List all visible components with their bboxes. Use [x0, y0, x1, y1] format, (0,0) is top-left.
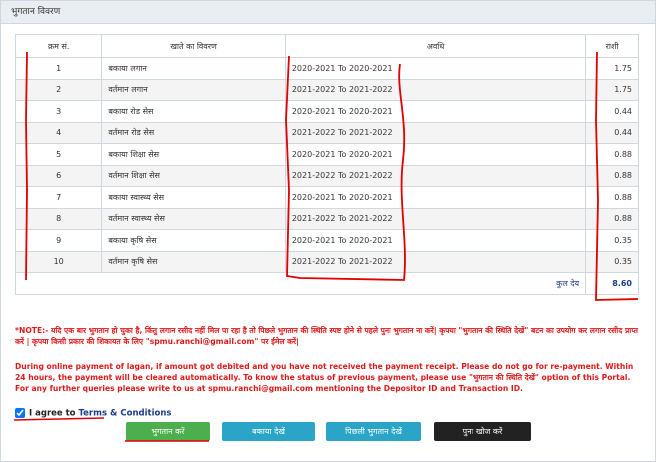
payment-details-panel: भुगतान विवरण क्रम सं. खाते का विवरण अवधि… [0, 0, 656, 462]
agree-row: I agree to Terms & Conditions [15, 408, 171, 419]
cell-amount: 0.44 [585, 100, 639, 123]
header-amount: राशी [585, 34, 639, 58]
table-header-row: क्रम सं. खाते का विवरण अवधि राशी [14, 34, 639, 58]
total-label: कुल देय [14, 272, 587, 295]
cell-sr: 3 [14, 100, 103, 123]
cell-sr: 1 [14, 57, 103, 80]
cell-period: 2021-2022 To 2021-2022 [284, 78, 587, 101]
cell-period: 2021-2022 To 2021-2022 [284, 207, 587, 230]
agree-checkbox[interactable] [15, 408, 25, 418]
search-again-button[interactable]: पुनः खोज करें [434, 422, 531, 441]
hindi-note: *NOTE:- यदि एक बार भुगतान हो चुका है, कि… [15, 326, 638, 346]
cell-sr: 9 [14, 229, 103, 252]
cell-sr: 6 [14, 164, 103, 187]
cell-amount: 0.88 [585, 186, 639, 209]
cell-amount: 0.88 [585, 164, 639, 187]
total-value: 8.60 [585, 272, 639, 295]
table-row: 1 बकाया लगान 2020-2021 To 2020-2021 1.75 [14, 57, 639, 80]
cell-desc: वर्तमान रोड सेस [101, 121, 286, 144]
panel-title: भुगतान विवरण [1, 1, 655, 24]
cell-desc: वर्तमान स्वास्थ्य सेस [101, 207, 286, 230]
cell-sr: 8 [14, 207, 103, 230]
cell-period: 2021-2022 To 2021-2022 [284, 164, 587, 187]
payment-table: क्रम सं. खाते का विवरण अवधि राशी 1 बकाया … [14, 34, 639, 295]
cell-period: 2021-2022 To 2021-2022 [284, 121, 587, 144]
cell-amount: 0.35 [585, 229, 639, 252]
cell-sr: 2 [14, 78, 103, 101]
cell-period: 2020-2021 To 2020-2021 [284, 100, 587, 123]
pay-button[interactable]: भुगतान करें [126, 422, 210, 441]
view-previous-payment-button[interactable]: पिछली भुगतान देखें [326, 422, 421, 441]
cell-amount: 1.75 [585, 78, 639, 101]
table-row: 4 वर्तमान रोड सेस 2021-2022 To 2021-2022 0.… [14, 121, 639, 144]
cell-amount: 0.88 [585, 143, 639, 166]
cell-desc: बकाया स्वास्थ्य सेस [101, 186, 286, 209]
cell-period: 2020-2021 To 2020-2021 [284, 143, 587, 166]
table-row: 10 वर्तमान कृषि सेस 2021-2022 To 2021-2022… [14, 250, 639, 273]
cell-period: 2021-2022 To 2021-2022 [284, 250, 587, 273]
english-note: During online payment of lagan, if amoun… [15, 362, 634, 393]
table-row: 7 बकाया स्वास्थ्य सेस 2020-2021 To 2020-20… [14, 186, 639, 209]
cell-desc: वर्तमान लगान [101, 78, 286, 101]
agree-text: I agree to [29, 408, 79, 419]
cell-desc: बकाया रोड सेस [101, 100, 286, 123]
header-sr: क्रम सं. [14, 34, 103, 58]
view-dues-button[interactable]: बकाया देखें [222, 422, 315, 441]
cell-desc: बकाया लगान [101, 57, 286, 80]
cell-desc: वर्तमान कृषि सेस [101, 250, 286, 273]
table-row: 2 वर्तमान लगान 2021-2022 To 2021-2022 1.75 [14, 78, 639, 101]
header-period: अवधि [284, 34, 587, 58]
cell-desc: बकाया कृषि सेस [101, 229, 286, 252]
cell-amount: 0.88 [585, 207, 639, 230]
cell-sr: 7 [14, 186, 103, 209]
table-row: 8 वर्तमान स्वास्थ्य सेस 2021-2022 To 2021-… [14, 207, 639, 230]
cell-sr: 5 [14, 143, 103, 166]
cell-amount: 1.75 [585, 57, 639, 80]
table-row: 9 बकाया कृषि सेस 2020-2021 To 2020-2021 0.3… [14, 229, 639, 252]
cell-amount: 0.35 [585, 250, 639, 273]
terms-link[interactable]: Terms & Conditions [79, 409, 172, 419]
cell-desc: वर्तमान शिक्षा सेस [101, 164, 286, 187]
header-desc: खाते का विवरण [101, 34, 286, 58]
cell-period: 2020-2021 To 2020-2021 [284, 57, 587, 80]
cell-desc: बकाया शिक्षा सेस [101, 143, 286, 166]
cell-amount: 0.44 [585, 121, 639, 144]
table-row: 3 बकाया रोड सेस 2020-2021 To 2020-2021 0.44 [14, 100, 639, 123]
table-row: 5 बकाया शिक्षा सेस 2020-2021 To 2020-2021 0… [14, 143, 639, 166]
cell-period: 2020-2021 To 2020-2021 [284, 229, 587, 252]
cell-sr: 4 [14, 121, 103, 144]
cell-sr: 10 [14, 250, 103, 273]
table-row: 6 वर्तमान शिक्षा सेस 2021-2022 To 2021-202… [14, 164, 639, 187]
cell-period: 2020-2021 To 2020-2021 [284, 186, 587, 209]
total-row: कुल देय 8.60 [14, 272, 639, 295]
